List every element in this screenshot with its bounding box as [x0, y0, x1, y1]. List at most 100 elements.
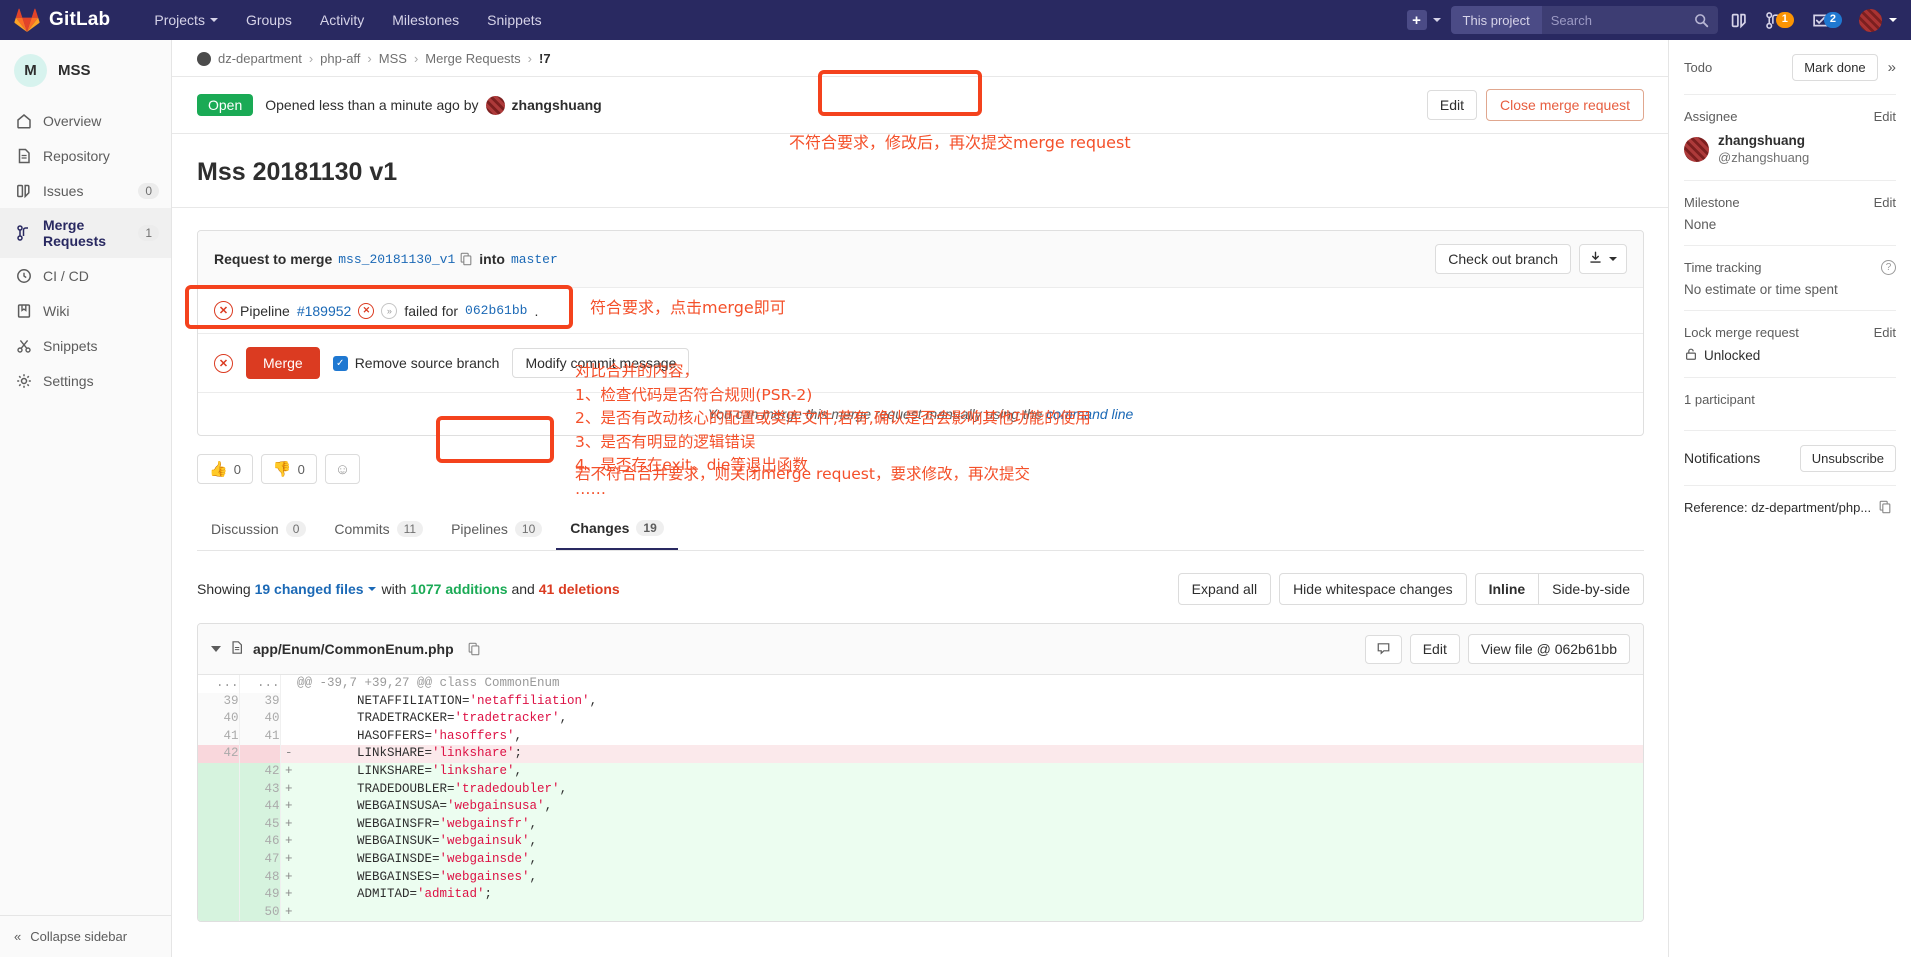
download-dropdown-button[interactable] [1579, 244, 1627, 274]
pipeline-id-link[interactable]: #189952 [297, 303, 352, 319]
assignee-edit-link[interactable]: Edit [1874, 109, 1896, 124]
sidebar-item-overview[interactable]: Overview [0, 103, 171, 138]
chevron-down-icon[interactable] [211, 646, 221, 652]
merge-widget-header-actions: Check out branch [1435, 244, 1627, 274]
collapse-sidebar-button[interactable]: « Collapse sidebar [0, 915, 171, 957]
check-out-branch-button[interactable]: Check out branch [1435, 244, 1571, 274]
tab-discussion[interactable]: Discussion 0 [197, 511, 320, 549]
status-badge: Open [197, 94, 254, 116]
thumbsup-award-button[interactable]: 👍 0 [197, 454, 253, 484]
diff-new-line-number: 41 [239, 727, 281, 746]
merge-requests-icon[interactable]: 1 [1757, 11, 1803, 29]
breadcrumb-item-current[interactable]: !7 [539, 51, 551, 66]
author-name[interactable]: zhangshuang [512, 97, 602, 113]
search-scope-label[interactable]: This project [1450, 6, 1542, 34]
diff-edit-button[interactable]: Edit [1409, 634, 1460, 664]
target-branch[interactable]: master [511, 252, 558, 267]
thumbsdown-award-button[interactable]: 👎 0 [260, 454, 317, 484]
sidebar-item-wiki[interactable]: Wiki [0, 293, 171, 328]
view-file-button[interactable]: View file @ 062b61bb [1467, 634, 1630, 664]
breadcrumb-item-project[interactable]: MSS [379, 51, 407, 66]
close-merge-request-button[interactable]: Close merge request [1486, 89, 1644, 121]
new-item-dropdown[interactable]: + [1397, 10, 1451, 30]
add-award-emoji-button[interactable]: ☺ [324, 454, 361, 484]
mark-done-button[interactable]: Mark done [1792, 54, 1878, 81]
nav-link-milestones[interactable]: Milestones [378, 0, 473, 40]
diff-code: WEBGAINSUK='webgainsuk', [297, 833, 1643, 851]
sidebar-item-settings[interactable]: Settings [0, 363, 171, 398]
comment-icon[interactable] [1364, 634, 1402, 664]
search-box[interactable]: This project Search [1450, 6, 1718, 34]
diff-sign: + [280, 850, 297, 869]
gitlab-wordmark[interactable]: GitLab [49, 9, 110, 31]
remove-source-branch-label: Remove source branch [354, 355, 500, 371]
diff-file-card: app/Enum/CommonEnum.php Edit View file @… [197, 623, 1644, 923]
nav-link-projects[interactable]: Projects [140, 0, 232, 40]
nav-link-activity[interactable]: Activity [306, 0, 378, 40]
double-chevron-right-icon[interactable]: » [1888, 59, 1896, 76]
author-avatar[interactable] [485, 95, 505, 115]
diff-sign: + [280, 780, 297, 799]
plus-icon[interactable]: + [1406, 10, 1427, 30]
tab-pipelines[interactable]: Pipelines 10 [437, 511, 556, 549]
remove-source-branch-checkbox[interactable]: ✓ Remove source branch [332, 355, 500, 371]
sidebar-item-issues[interactable]: Issues 0 [0, 173, 171, 208]
unsubscribe-button[interactable]: Unsubscribe [1799, 444, 1896, 472]
merge-button[interactable]: Merge [246, 347, 320, 379]
breadcrumb-item-group[interactable]: dz-department [218, 51, 302, 66]
copy-icon[interactable] [1878, 500, 1892, 514]
chevron-down-icon [209, 18, 218, 22]
sidebar-item-snippets[interactable]: Snippets [0, 328, 171, 363]
search-input[interactable]: Search [1541, 6, 1718, 34]
assignee-user[interactable]: zhangshuang @zhangshuang [1684, 133, 1896, 167]
lock-edit-link[interactable]: Edit [1874, 325, 1896, 340]
sidebar-item-ci-cd[interactable]: CI / CD [0, 258, 171, 293]
pipeline-stage-skipped-icon[interactable]: » [381, 302, 398, 319]
help-icon[interactable]: ? [1881, 259, 1896, 275]
hide-whitespace-button[interactable]: Hide whitespace changes [1279, 573, 1467, 605]
sidebar-item-repository[interactable]: Repository [0, 138, 171, 173]
chevron-down-icon [1609, 257, 1617, 261]
modify-commit-message-button[interactable]: Modify commit message [512, 348, 690, 378]
milestone-edit-link[interactable]: Edit [1874, 195, 1896, 210]
tab-commits-label: Commits [334, 521, 390, 537]
copy-icon[interactable] [467, 642, 481, 656]
command-line-link[interactable]: command line [1046, 406, 1133, 422]
with-label: with [381, 581, 407, 597]
breadcrumb-item-subgroup[interactable]: php-aff [320, 51, 360, 66]
source-branch[interactable]: mss_20181130_v1 [338, 252, 455, 267]
changed-files-dropdown[interactable]: 19 changed files [255, 581, 364, 597]
todos-icon[interactable]: 2 [1803, 12, 1851, 29]
breadcrumb-item-merge-requests[interactable]: Merge Requests [425, 51, 520, 66]
reference-text: Reference: dz-department/php... [1684, 499, 1872, 515]
thumbsup-count: 0 [233, 461, 241, 477]
nav-link-groups[interactable]: Groups [232, 0, 306, 40]
pipeline-commit-link[interactable]: 062b61bb [465, 303, 527, 318]
diff-sign: - [280, 745, 297, 763]
nav-link-snippets[interactable]: Snippets [473, 0, 555, 40]
project-header[interactable]: M MSS [0, 40, 171, 101]
pipeline-stage-failed-icon[interactable]: ✕ [358, 302, 375, 319]
diff-code: @@ -39,7 +39,27 @@ class CommonEnum [297, 675, 1643, 693]
avatar[interactable] [1684, 137, 1709, 163]
status-actions: Edit Close merge request [1426, 89, 1644, 121]
chevron-down-icon[interactable] [367, 587, 376, 591]
diff-view-actions: Expand all Hide whitespace changes Inlin… [1177, 573, 1644, 605]
tab-changes[interactable]: Changes 19 [556, 510, 678, 550]
diff-file-name[interactable]: app/Enum/CommonEnum.php [253, 641, 454, 657]
tab-commits[interactable]: Commits 11 [320, 511, 437, 549]
sidebar-item-merge-requests[interactable]: Merge Requests 1 [0, 208, 171, 258]
edit-button[interactable]: Edit [1426, 90, 1478, 120]
lock-value-row: Unlocked [1684, 347, 1896, 364]
copy-icon[interactable] [459, 252, 473, 266]
inline-view-button[interactable]: Inline [1474, 573, 1540, 605]
side-by-side-view-button[interactable]: Side-by-side [1539, 573, 1644, 605]
issue-boards-icon[interactable] [1722, 12, 1757, 29]
checkbox-checked-icon[interactable]: ✓ [332, 355, 348, 371]
chevron-down-icon[interactable] [1889, 18, 1897, 22]
milestone-section: Milestone Edit None [1684, 181, 1896, 246]
gitlab-logo-icon[interactable] [14, 8, 40, 32]
sidebar-item-count: 0 [138, 182, 159, 199]
user-avatar[interactable] [1859, 8, 1882, 32]
expand-all-button[interactable]: Expand all [1177, 573, 1272, 605]
